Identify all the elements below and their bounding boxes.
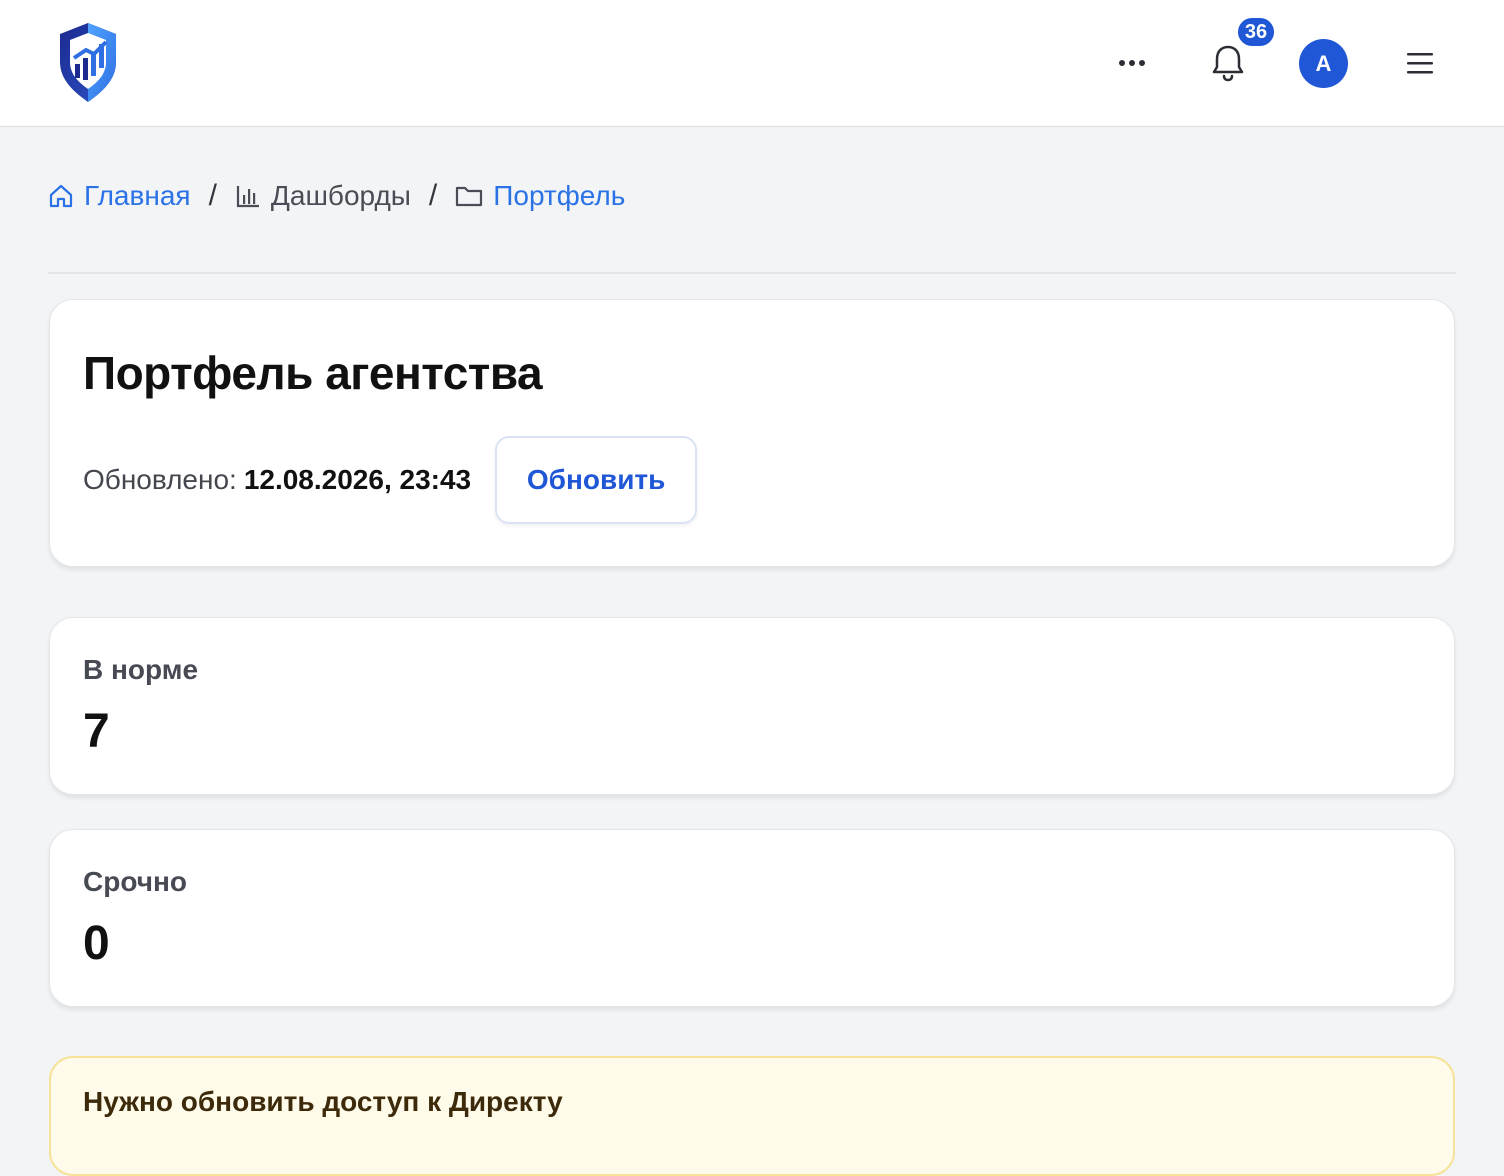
more-button[interactable]: [1108, 40, 1156, 86]
breadcrumb-home-link[interactable]: Главная: [48, 180, 191, 212]
stat-card-urgent[interactable]: Срочно 0: [49, 829, 1455, 1007]
more-horizontal-icon: [1119, 60, 1145, 66]
alert-title: Нужно обновить доступ к Директу: [83, 1086, 563, 1117]
user-avatar[interactable]: A: [1299, 39, 1348, 88]
notifications-button[interactable]: [1204, 40, 1252, 86]
hamburger-menu-button[interactable]: [1396, 40, 1444, 86]
top-header: 36 A: [0, 0, 1504, 127]
bar-chart-icon: [236, 186, 259, 208]
refresh-button[interactable]: Обновить: [495, 436, 698, 524]
logo-icon: [60, 23, 116, 102]
portfolio-summary-card: Портфель агентства Обновлено: 12.08.2026…: [49, 299, 1455, 567]
breadcrumb-portfolio-label: Портфель: [493, 180, 626, 211]
stat-value: 7: [83, 705, 110, 758]
stat-card-normal[interactable]: В норме 7: [49, 617, 1455, 795]
stat-value: 0: [83, 917, 110, 970]
updated-row: Обновлено: 12.08.2026, 23:43 Обновить: [83, 436, 698, 524]
stat-label: Срочно: [83, 866, 188, 897]
section-divider: [48, 272, 1456, 274]
direct-access-alert: Нужно обновить доступ к Директу: [49, 1056, 1455, 1176]
breadcrumb-separator: /: [208, 179, 217, 212]
hamburger-menu-icon: [1407, 53, 1433, 74]
breadcrumb-dashboards-label: Дашборды: [270, 180, 411, 211]
folder-icon: [456, 186, 483, 207]
updated-timestamp: 12.08.2026, 23:43: [243, 464, 472, 495]
breadcrumb-dashboards-link[interactable]: Дашборды: [235, 180, 411, 212]
breadcrumb-separator: /: [428, 179, 438, 212]
bell-icon: [1212, 45, 1244, 82]
breadcrumb: Главная / Дашборды / Портфель: [48, 172, 625, 220]
shield-chart-logo[interactable]: [56, 20, 120, 106]
breadcrumb-portfolio-link[interactable]: Портфель: [455, 180, 625, 212]
notification-count-badge: 36: [1236, 16, 1276, 48]
stat-label: В норме: [83, 654, 199, 685]
home-icon: [49, 184, 73, 208]
page-title: Портфель агентства: [83, 347, 543, 399]
breadcrumb-home-label: Главная: [84, 180, 191, 211]
updated-label: Обновлено:: [83, 464, 237, 495]
